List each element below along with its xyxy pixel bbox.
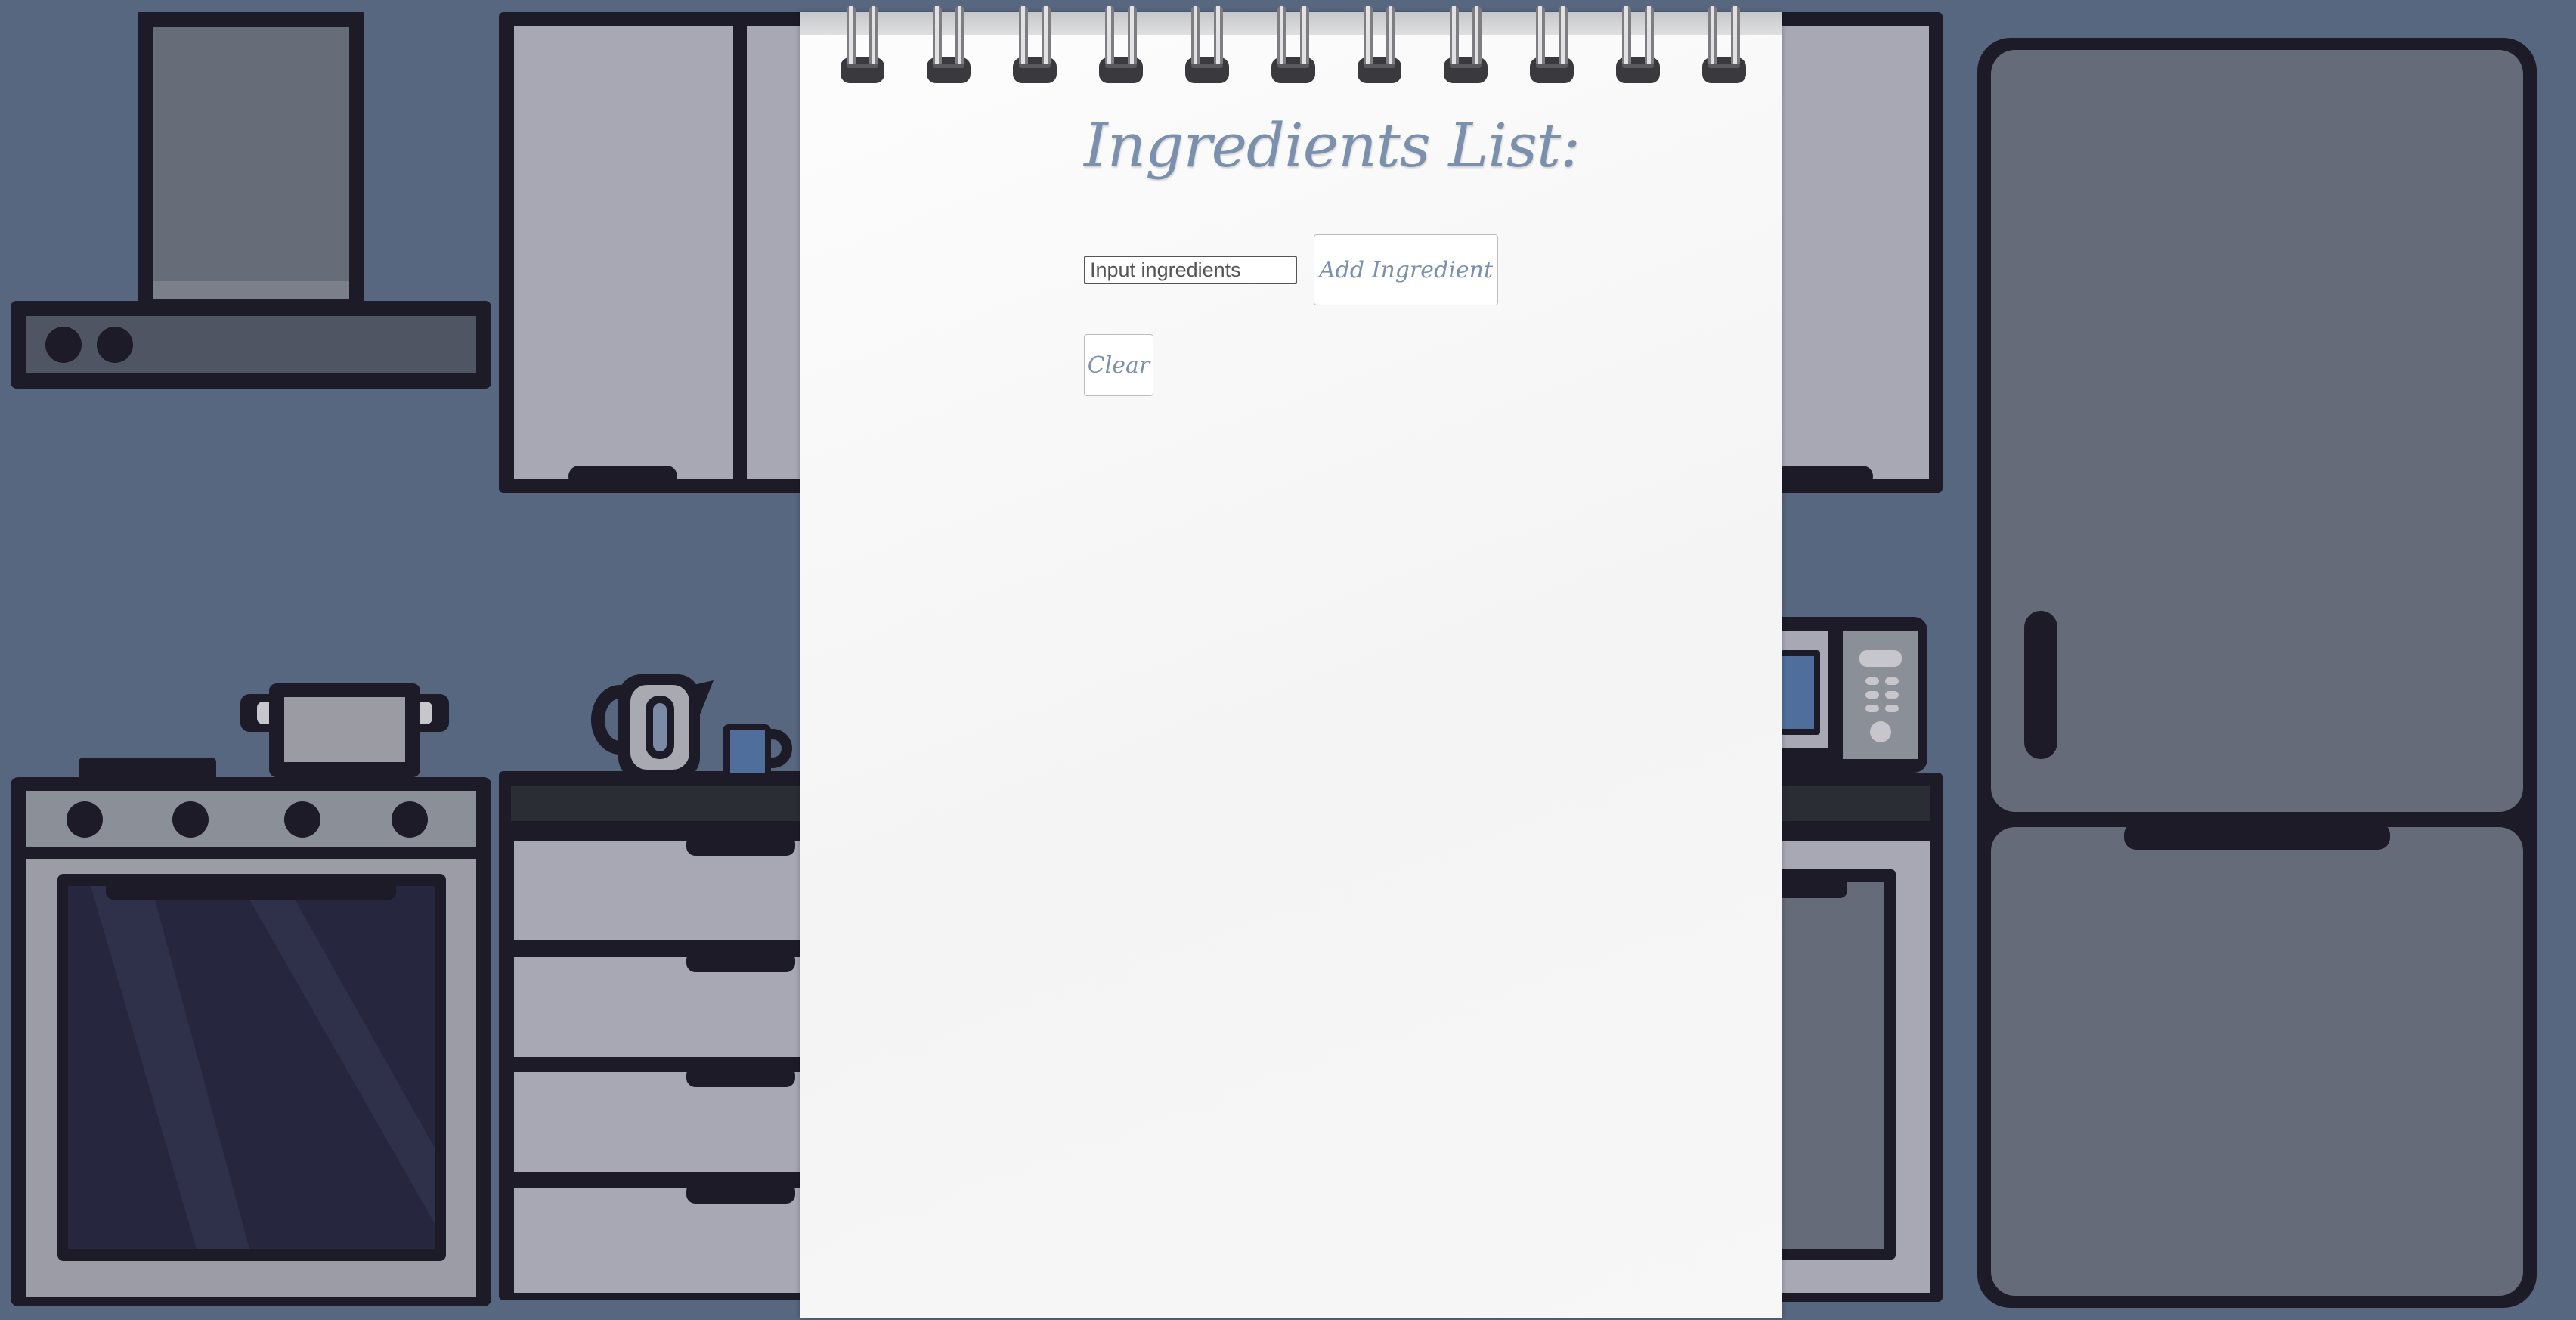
- spiral-ring-icon: [1184, 6, 1231, 85]
- spiral-ring-icon: [1011, 6, 1058, 85]
- fridge-icon: [1977, 38, 2537, 1308]
- drawer-icon: [499, 771, 816, 1300]
- cabinet-icon: [499, 12, 816, 493]
- spiral-ring-icon: [925, 6, 972, 85]
- ingredient-input[interactable]: [1084, 256, 1297, 284]
- spiral-ring-icon: [1615, 6, 1661, 85]
- spiral-ring-icon: [1270, 6, 1317, 85]
- add-ingredient-button[interactable]: Add Ingredient: [1314, 234, 1498, 305]
- notepad: Ingredients List: Add Ingredient Clear: [800, 6, 1782, 1318]
- cabinet-icon: [1769, 12, 1943, 493]
- spiral-ring-icon: [1701, 6, 1748, 85]
- spiral-ring-icon: [1528, 6, 1575, 85]
- spiral-ring-icon: [1356, 6, 1403, 85]
- clear-button[interactable]: Clear: [1084, 334, 1153, 396]
- cabinet-icon: [1769, 773, 1943, 1302]
- spiral-ring-icon: [839, 6, 886, 85]
- microwave-icon: [1769, 617, 1927, 773]
- oven-icon: [11, 777, 491, 1306]
- spiral-ring-icon: [1442, 6, 1489, 85]
- spiral-ring-icon: [1098, 6, 1144, 85]
- page-title: Ingredients List:: [1084, 110, 1581, 181]
